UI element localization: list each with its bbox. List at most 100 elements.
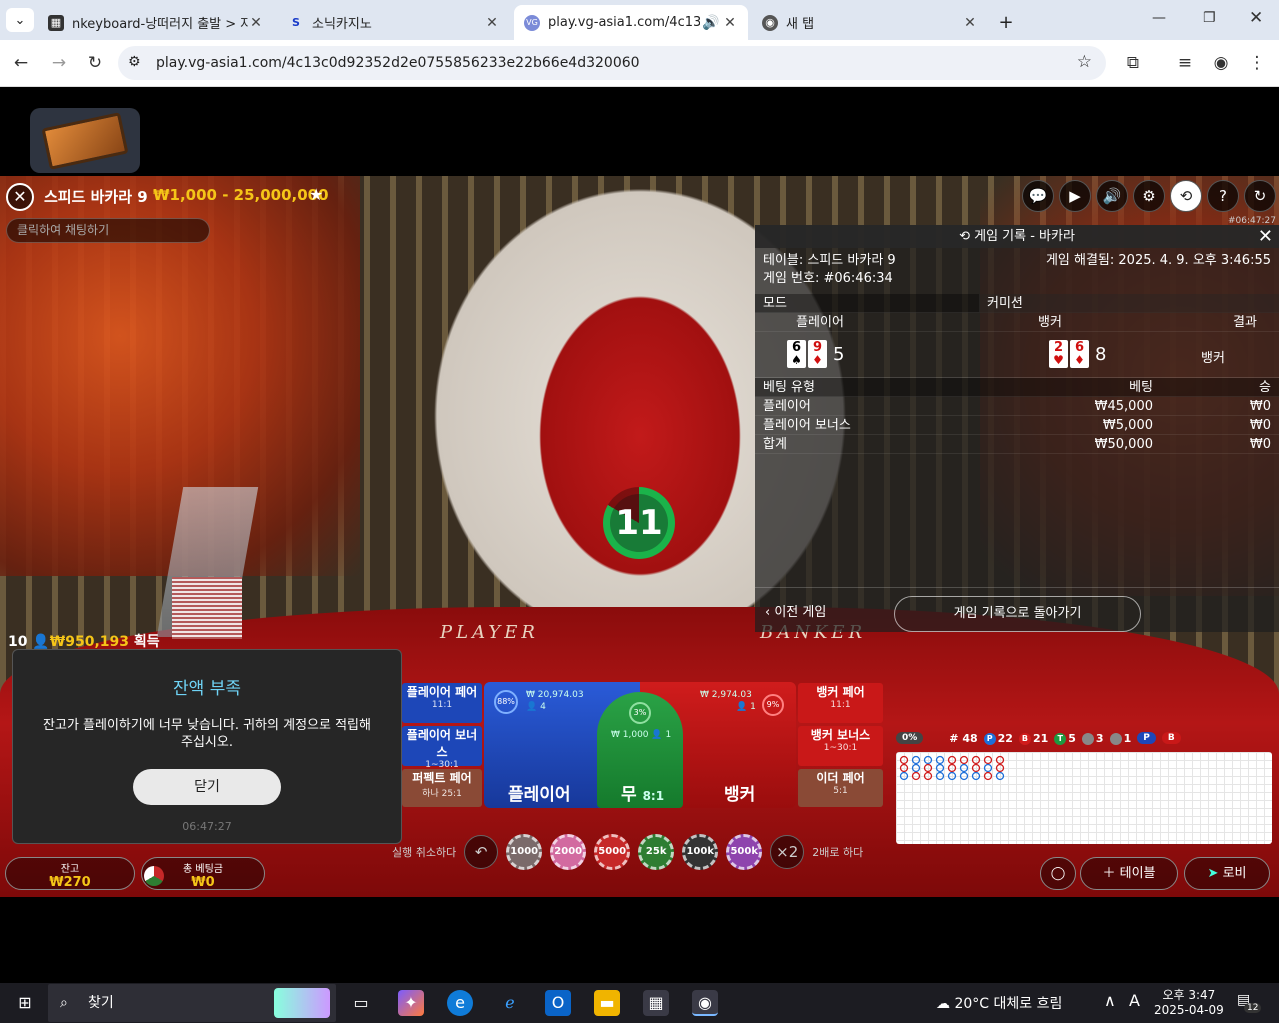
sonic-favicon-icon: S xyxy=(292,16,300,29)
ie-icon[interactable]: ℯ xyxy=(497,990,523,1016)
chip-100k[interactable]: 100k xyxy=(682,834,719,870)
minimize-icon[interactable]: — xyxy=(1152,10,1166,26)
help-question-icon[interactable]: ? xyxy=(1207,180,1239,212)
store-icon[interactable]: ▦ xyxy=(643,990,669,1016)
tab-close-icon[interactable]: ✕ xyxy=(484,15,500,31)
url-field[interactable]: ⚙ play.vg-asia1.com/4c13c0d92352d2e07558… xyxy=(118,46,1106,80)
tab-game-active[interactable]: VG play.vg-asia1.com/4c13c0d 🔊 ✕ xyxy=(514,5,748,40)
bet-player-bonus[interactable]: 플레이어 보너스 1~30:1 xyxy=(402,726,482,770)
bead-road-mark xyxy=(971,771,981,781)
vg-favicon-icon: VG xyxy=(524,14,540,31)
media-control-icon[interactable]: ≡ xyxy=(1174,52,1196,74)
menu-dots-icon[interactable]: ⋮ xyxy=(1246,52,1268,74)
tray-chevron-icon[interactable]: ∧ xyxy=(1104,991,1116,1010)
sync-icon[interactable]: ↻ xyxy=(1244,180,1276,212)
modal-close-button[interactable]: 닫기 xyxy=(133,769,281,805)
game-history-panel: ⟲ 게임 기록 - 바카라 ✕ 테이블: 스피드 바카라 9 게임 해결됨: 2… xyxy=(755,225,1279,632)
lobby-button[interactable]: ➤ 로비 xyxy=(1184,857,1270,890)
modal-message: 잔고가 플레이하기에 너무 낮습니다. 귀하의 계정으로 적립해 주십시오. xyxy=(43,718,371,750)
double-button[interactable]: ×2 xyxy=(770,835,805,869)
bead-road-mark xyxy=(935,755,945,765)
chip-stack-icon xyxy=(144,866,164,886)
bead-road-mark xyxy=(971,755,981,765)
people-count: 👤 1 xyxy=(736,702,756,712)
tab-close-icon[interactable]: ✕ xyxy=(248,15,264,31)
new-tab-button[interactable]: + xyxy=(994,5,1018,40)
player-predict-button[interactable]: P xyxy=(1137,732,1156,744)
bead-road-mark xyxy=(899,755,909,765)
chat-bubble-icon[interactable]: 💬 xyxy=(1022,180,1054,212)
tab-search-button[interactable]: ⌄ xyxy=(6,8,34,32)
chat-toggle-button[interactable]: ◯ xyxy=(1040,857,1076,890)
weather-widget[interactable]: ☁ 20°C 대체로 흐림 xyxy=(936,993,1062,1013)
chip-1000[interactable]: 1000 xyxy=(506,834,543,870)
bet-banker-bonus[interactable]: 뱅커 보너스 1~30:1 xyxy=(798,726,883,766)
chat-input[interactable]: 클릭하여 채팅하기 xyxy=(6,218,210,243)
bead-road-mark xyxy=(923,771,933,781)
bet-perfect-pair[interactable]: 퍼펙트 페어 하나 25:1 xyxy=(402,769,482,807)
ime-indicator[interactable]: A xyxy=(1129,991,1140,1010)
taskbar-search[interactable]: ⌕ 찾기 xyxy=(48,984,336,1022)
tie-pct: 3% xyxy=(629,702,651,724)
restore-icon[interactable]: ❐ xyxy=(1203,10,1216,26)
chevron-down-icon: ⌄ xyxy=(14,12,26,28)
tab-close-icon[interactable]: ✕ xyxy=(962,15,978,31)
chip-25k[interactable]: 25k xyxy=(638,834,675,870)
insufficient-balance-modal: 잔액 부족 잔고가 플레이하기에 너무 낮습니다. 귀하의 계정으로 적립해 주… xyxy=(12,649,402,844)
search-highlight-icon xyxy=(274,988,330,1018)
chip-500k[interactable]: 500k xyxy=(726,834,763,870)
bet-either-pair[interactable]: 이더 페어 5:1 xyxy=(798,769,883,807)
edge-icon[interactable]: e xyxy=(447,990,473,1016)
bead-road-mark xyxy=(959,755,969,765)
treasure-chest-button[interactable] xyxy=(30,108,140,173)
close-game-button[interactable]: ✕ xyxy=(6,183,34,211)
copilot-icon[interactable]: ✦ xyxy=(398,990,424,1016)
bet-banker-pair[interactable]: 뱅커 페어 11:1 xyxy=(798,683,883,723)
favorite-star-icon[interactable]: ★ xyxy=(309,185,323,204)
extensions-icon[interactable]: ⧉ xyxy=(1122,52,1144,74)
bookmark-star-icon[interactable]: ☆ xyxy=(1077,52,1092,72)
banker-card-2: 6 ♦ xyxy=(1070,340,1089,368)
back-to-history-button[interactable]: 게임 기록으로 돌아가기 xyxy=(894,596,1141,632)
tab-close-icon[interactable]: ✕ xyxy=(722,15,738,31)
history-close-icon[interactable]: ✕ xyxy=(1258,225,1273,248)
roadmap-grid xyxy=(896,752,1272,844)
windows-start-icon[interactable]: ⊞ xyxy=(12,990,38,1016)
forward-arrow-icon[interactable]: → xyxy=(48,52,70,74)
undo-button[interactable]: ↶ xyxy=(464,835,499,869)
history-clock-icon[interactable]: ⟲ xyxy=(1170,180,1202,212)
bead-road-mark xyxy=(899,771,909,781)
site-info-icon[interactable]: ⚙ xyxy=(128,54,141,70)
reload-icon[interactable]: ↻ xyxy=(84,52,106,74)
chip-5000[interactable]: 5000 xyxy=(594,834,631,870)
bead-road-mark xyxy=(995,763,1005,773)
settings-gear-icon[interactable]: ⚙ xyxy=(1133,180,1165,212)
banker-pct: 9% xyxy=(762,694,784,716)
profile-icon[interactable]: ◉ xyxy=(1210,52,1232,74)
task-view-icon[interactable]: ▭ xyxy=(348,990,374,1016)
tab-sonic-casino[interactable]: S 소닉카지노 ✕ xyxy=(278,5,510,40)
hand-header-row: 플레이어 뱅커 결과 xyxy=(755,313,1279,332)
clock[interactable]: 오후 3:47 2025-04-09 xyxy=(1154,986,1224,1017)
window-close-icon[interactable]: ✕ xyxy=(1249,8,1263,28)
bet-player-pair[interactable]: 플레이어 페어 11:1 xyxy=(402,683,482,723)
bead-road-mark xyxy=(923,755,933,765)
previous-game-button[interactable]: ‹ 이전 게임 xyxy=(765,601,826,620)
video-camera-icon[interactable]: ▶ xyxy=(1059,180,1091,212)
outlook-icon[interactable]: O xyxy=(545,990,571,1016)
bead-road-mark xyxy=(947,755,957,765)
tab-new-tab[interactable]: ◉ 새 탭 ✕ xyxy=(752,5,988,40)
table-button[interactable]: ＋ 테이블 xyxy=(1080,857,1178,890)
chip-2000[interactable]: 2000 xyxy=(550,834,587,870)
volume-icon[interactable]: 🔊 xyxy=(1096,180,1128,212)
bet-row: 플레이어 보너스 ₩5,000 ₩0 xyxy=(755,416,1279,435)
file-explorer-icon[interactable]: ▬ xyxy=(594,990,620,1016)
banker-predict-button[interactable]: B xyxy=(1161,732,1181,744)
back-arrow-icon[interactable]: ← xyxy=(10,52,32,74)
speaker-icon[interactable]: 🔊 xyxy=(700,15,722,31)
chrome-icon[interactable]: ◉ xyxy=(692,990,718,1016)
treasure-chest-icon xyxy=(41,111,129,170)
bet-tie-main[interactable]: 3% ₩ 1,000 👤 1 무 8:1 xyxy=(597,692,683,808)
tab-nkeyboard[interactable]: ▦ nkeyboard-낭떠러지 출발 > 자 ✕ xyxy=(38,5,274,40)
chrome-favicon-icon: ◉ xyxy=(762,14,778,31)
